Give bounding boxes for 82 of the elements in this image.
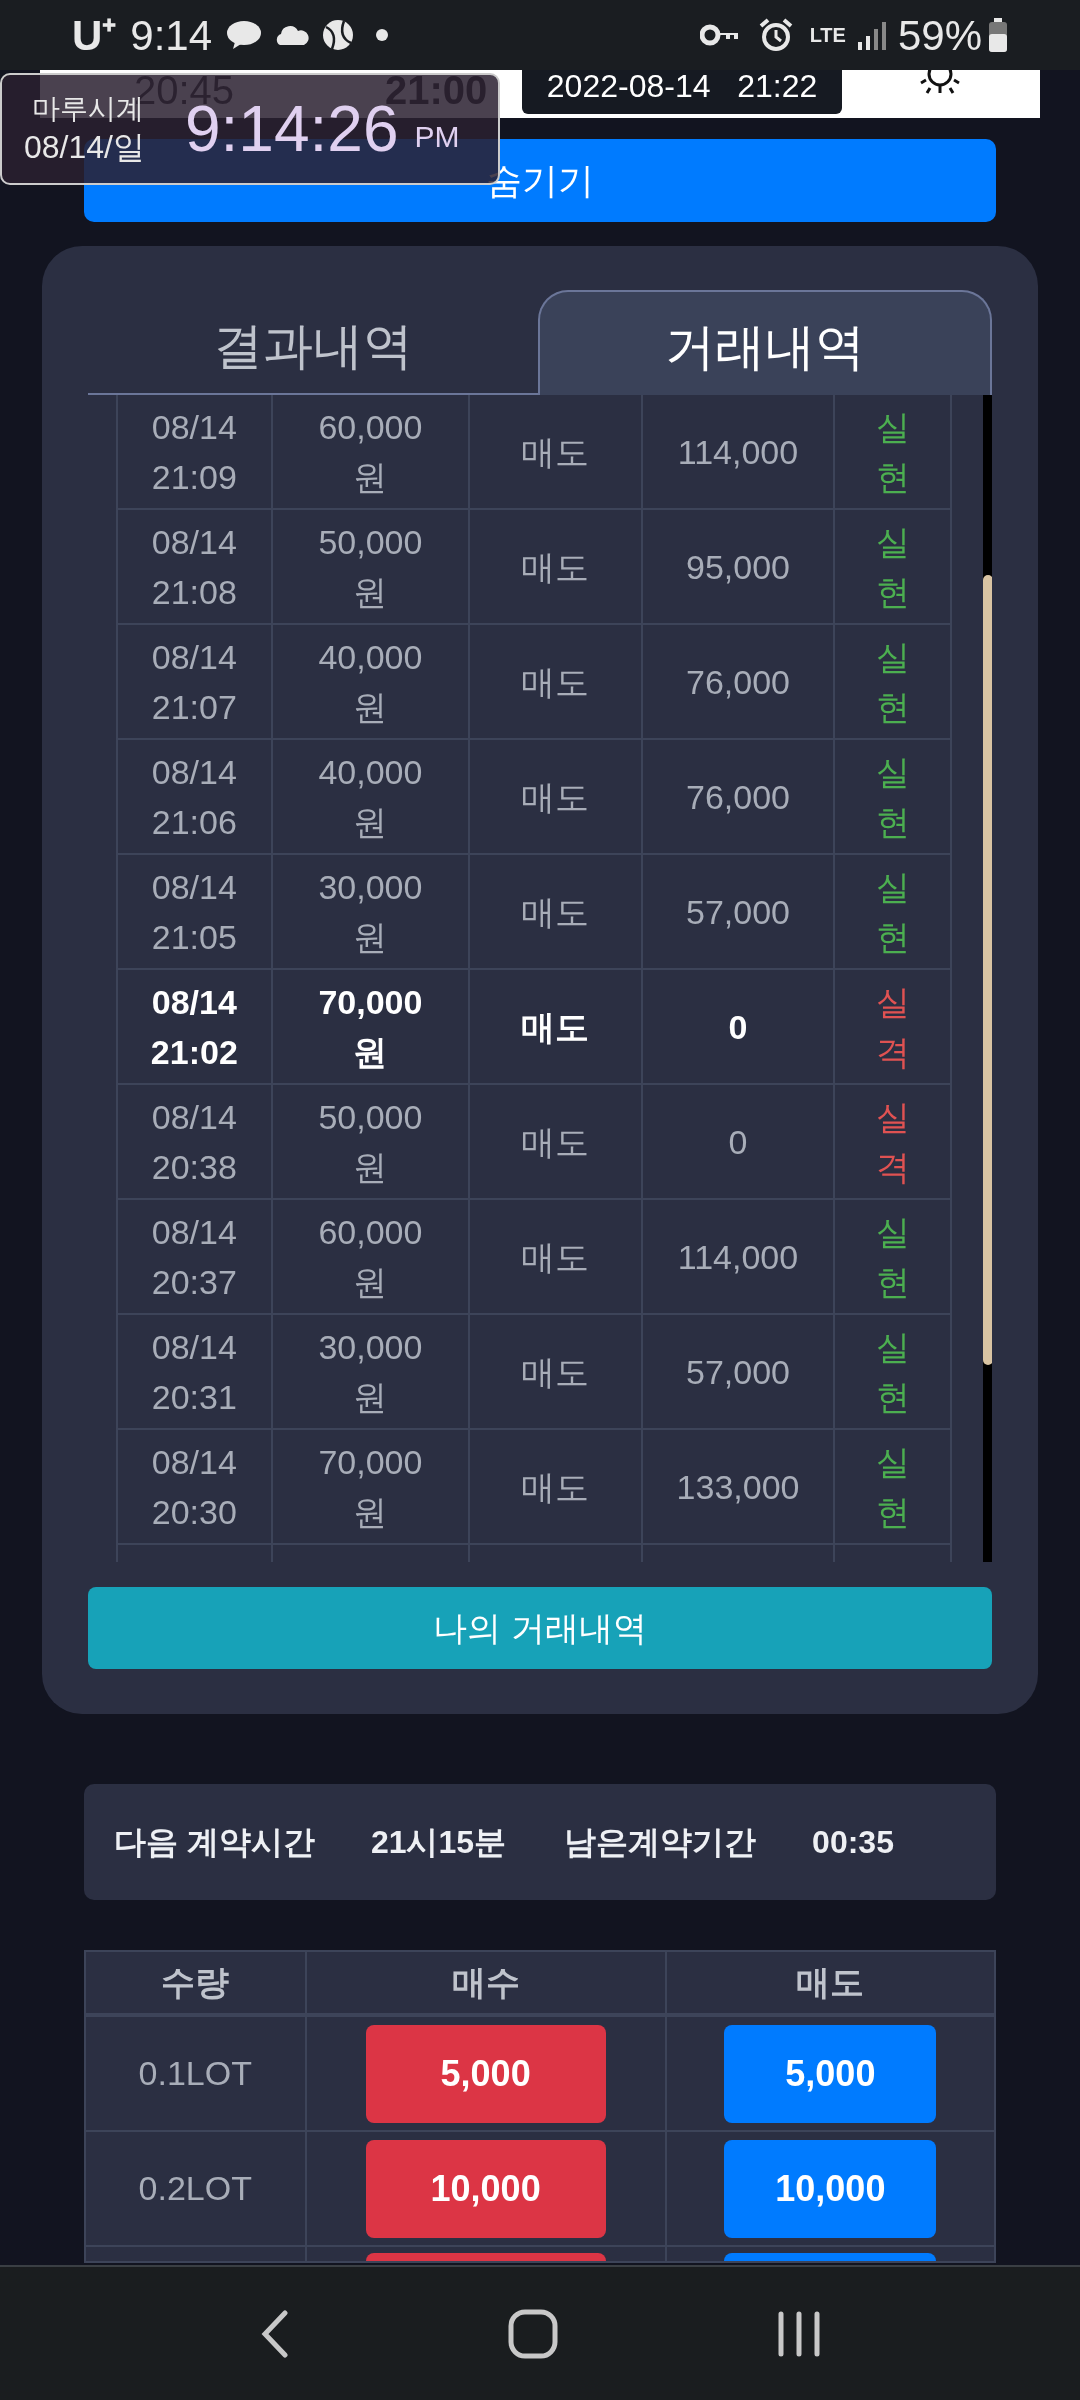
table-cell: 40,000 원 (272, 740, 471, 855)
result-label: 실현 (875, 406, 910, 498)
table-cell: 08/14 20:38 (118, 1085, 273, 1200)
table-cell: 매도 (470, 395, 643, 510)
table-cell: 매도 (470, 1315, 643, 1430)
chat-icon (226, 20, 263, 50)
table-cell: 76,000 (642, 740, 836, 855)
result-label: 실현 (875, 521, 910, 613)
buy-button[interactable]: 5,000 (365, 2024, 606, 2123)
column-header: 수량 (86, 1952, 307, 2013)
table-cell: 매도 (470, 1200, 643, 1315)
sell-button[interactable]: 5,000 (724, 2024, 937, 2123)
dot-icon (376, 29, 389, 41)
battery-icon (988, 18, 1008, 52)
alarm-icon (757, 17, 794, 53)
table-cell: 매도 (470, 1085, 643, 1200)
table-cell: 70,000 원 (272, 970, 471, 1085)
table-cell: 30,000 원 (272, 855, 471, 970)
table-cell: 08/14 20:30 (118, 1430, 273, 1545)
table-cell: 0 (642, 1085, 836, 1200)
column-header: 매도 (795, 1962, 866, 2003)
table-cell: 08/14 21:08 (118, 510, 273, 625)
home-icon[interactable] (508, 2308, 558, 2359)
buy-button[interactable]: 10,000 (365, 2139, 606, 2238)
info-label: 남은계약기간 (564, 1823, 757, 1862)
clock-time: 9:14 (130, 10, 213, 61)
result-label: 실현 (875, 1326, 910, 1418)
table-cell: 76,000 (642, 625, 836, 740)
back-icon[interactable] (259, 2309, 290, 2358)
datetime-badge: 2022-08-14 21:22 (522, 70, 842, 114)
table-cell: 08/14 21:06 (118, 740, 273, 855)
table-cell: 95,000 (642, 510, 836, 625)
key-icon (699, 23, 740, 47)
result-label: 실격 (875, 981, 910, 1073)
cloud-icon (274, 24, 311, 46)
table-cell: 매도 (470, 740, 643, 855)
result-label: 실현 (875, 636, 910, 728)
table-cell: 0.1LOT (86, 2017, 307, 2130)
table-cell: 30,000 원 (272, 1315, 471, 1430)
table-cell: 08/14 21:02 (118, 970, 273, 1085)
info-value: 21시15분 (370, 1823, 507, 1862)
result-label: 실현 (875, 751, 910, 843)
table-cell: 매도 (470, 1430, 643, 1545)
table-cell: 08/14 21:07 (118, 625, 273, 740)
recent-apps-icon[interactable] (776, 2310, 821, 2357)
battery-percent: 59% (897, 10, 982, 61)
table-cell: 50,000 원 (272, 1085, 471, 1200)
sell-button[interactable]: 10,000 (724, 2139, 937, 2238)
table-cell: 114,000 (642, 395, 836, 510)
carrier-label: U⁺ (72, 10, 117, 61)
result-label: 실현 (875, 1211, 910, 1303)
result-label: 실격 (875, 1096, 910, 1188)
table-cell: 0 (642, 970, 836, 1085)
table-cell: 133,000 (642, 1430, 836, 1545)
result-label: 실현 (875, 1441, 910, 1533)
table-cell: 60,000 원 (272, 395, 471, 510)
signal-icon (855, 20, 886, 50)
info-label: 다음 계약시간 (114, 1823, 315, 1862)
info-value: 00:35 (812, 1823, 894, 1862)
table-cell: 매도 (470, 510, 643, 625)
result-label: 실현 (875, 866, 910, 958)
table-cell: 50,000 원 (272, 510, 471, 625)
table-cell: 0.2LOT (86, 2132, 307, 2245)
table-cell: 57,000 (642, 1315, 836, 1430)
table-cell: 08/14 20:31 (118, 1315, 273, 1430)
network-label: LTE (809, 25, 846, 45)
table-cell: 08/14 21:09 (118, 395, 273, 510)
table-cell: 40,000 원 (272, 625, 471, 740)
table-cell: 57,000 (642, 855, 836, 970)
my-trades-button[interactable]: 나의 거래내역 (88, 1587, 992, 1669)
tab[interactable]: 거래내역 (538, 290, 992, 395)
table-cell: 매도 (470, 855, 643, 970)
table-cell: 60,000 원 (272, 1200, 471, 1315)
table-cell: 114,000 (642, 1200, 836, 1315)
ball-icon (322, 19, 355, 51)
table-cell: 매도 (470, 625, 643, 740)
table-cell: 70,000 원 (272, 1430, 471, 1545)
column-header: 매수 (306, 1952, 667, 2013)
table-cell: 08/14 20:37 (118, 1200, 273, 1315)
tab[interactable]: 결과내역 (88, 290, 538, 395)
table-cell: 매도 (470, 970, 643, 1085)
table-cell: 08/14 21:05 (118, 855, 273, 970)
